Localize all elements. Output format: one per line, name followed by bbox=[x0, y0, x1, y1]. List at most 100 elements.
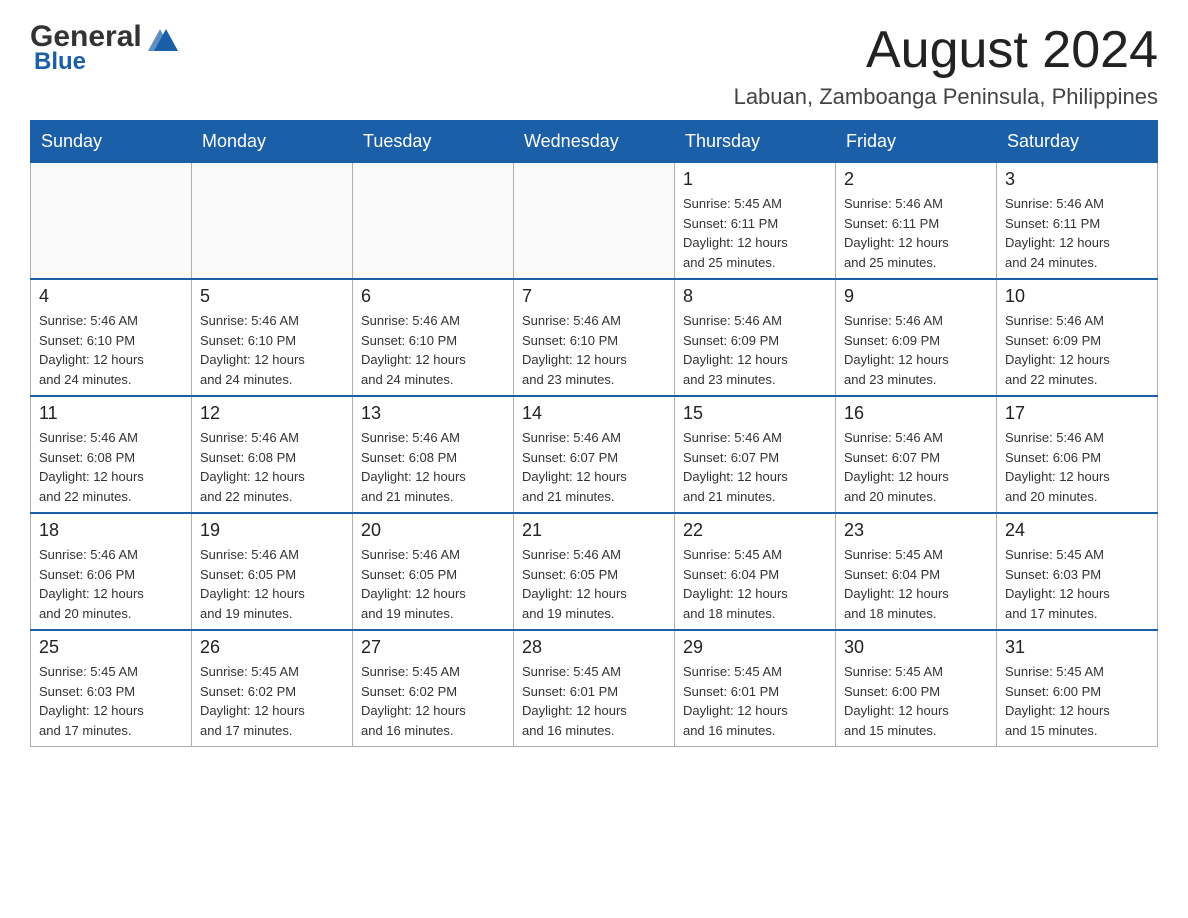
day-number: 5 bbox=[200, 286, 344, 307]
calendar-cell: 5Sunrise: 5:46 AMSunset: 6:10 PMDaylight… bbox=[192, 279, 353, 396]
day-info: Sunrise: 5:46 AMSunset: 6:08 PMDaylight:… bbox=[39, 428, 183, 506]
weekday-header-saturday: Saturday bbox=[997, 121, 1158, 163]
day-number: 7 bbox=[522, 286, 666, 307]
calendar-cell: 7 Sunrise: 5:46 AMSunset: 6:10 PMDaylight… bbox=[514, 279, 675, 396]
day-info: Sunrise: 5:46 AMSunset: 6:07 PMDaylight:… bbox=[844, 428, 988, 506]
day-number: 24 bbox=[1005, 520, 1149, 541]
day-number: 18 bbox=[39, 520, 183, 541]
day-info: Sunrise: 5:46 AMSunset: 6:08 PMDaylight:… bbox=[200, 428, 344, 506]
day-info: Sunrise: 5:45 AMSunset: 6:00 PMDaylight:… bbox=[1005, 662, 1149, 740]
week-row-2: 4Sunrise: 5:46 AMSunset: 6:10 PMDaylight… bbox=[31, 279, 1158, 396]
calendar-cell: 21 Sunrise: 5:46 AMSunset: 6:05 PMDayligh… bbox=[514, 513, 675, 630]
day-info: Sunrise: 5:45 AMSunset: 6:02 PMDaylight:… bbox=[361, 662, 505, 740]
day-number: 8 bbox=[683, 286, 827, 307]
day-info: Sunrise: 5:45 AMSunset: 6:03 PMDaylight:… bbox=[39, 662, 183, 740]
week-row-5: 25 Sunrise: 5:45 AMSunset: 6:03 PMDayligh… bbox=[31, 630, 1158, 747]
calendar-cell: 18 Sunrise: 5:46 AMSunset: 6:06 PMDayligh… bbox=[31, 513, 192, 630]
day-info: Sunrise: 5:46 AMSunset: 6:11 PMDaylight:… bbox=[844, 194, 988, 272]
day-info: Sunrise: 5:46 AMSunset: 6:10 PMDaylight:… bbox=[39, 311, 183, 389]
calendar-cell: 27 Sunrise: 5:45 AMSunset: 6:02 PMDayligh… bbox=[353, 630, 514, 747]
calendar-cell: 16 Sunrise: 5:46 AMSunset: 6:07 PMDayligh… bbox=[836, 396, 997, 513]
day-info: Sunrise: 5:46 AMSunset: 6:09 PMDaylight:… bbox=[844, 311, 988, 389]
calendar-cell bbox=[353, 163, 514, 280]
calendar-cell: 24 Sunrise: 5:45 AMSunset: 6:03 PMDayligh… bbox=[997, 513, 1158, 630]
day-info: Sunrise: 5:46 AMSunset: 6:05 PMDaylight:… bbox=[200, 545, 344, 623]
day-info: Sunrise: 5:45 AMSunset: 6:11 PMDaylight:… bbox=[683, 194, 827, 272]
day-number: 14 bbox=[522, 403, 666, 424]
day-info: Sunrise: 5:46 AMSunset: 6:09 PMDaylight:… bbox=[683, 311, 827, 389]
calendar-cell: 26Sunrise: 5:45 AMSunset: 6:02 PMDayligh… bbox=[192, 630, 353, 747]
day-number: 25 bbox=[39, 637, 183, 658]
day-info: Sunrise: 5:45 AMSunset: 6:04 PMDaylight:… bbox=[683, 545, 827, 623]
calendar-cell: 12 Sunrise: 5:46 AMSunset: 6:08 PMDayligh… bbox=[192, 396, 353, 513]
calendar-cell: 3 Sunrise: 5:46 AMSunset: 6:11 PMDaylight… bbox=[997, 163, 1158, 280]
calendar-cell bbox=[514, 163, 675, 280]
day-number: 16 bbox=[844, 403, 988, 424]
calendar-cell: 25 Sunrise: 5:45 AMSunset: 6:03 PMDayligh… bbox=[31, 630, 192, 747]
day-number: 27 bbox=[361, 637, 505, 658]
day-number: 1 bbox=[683, 169, 827, 190]
day-info: Sunrise: 5:46 AMSunset: 6:05 PMDaylight:… bbox=[361, 545, 505, 623]
month-title: August 2024 bbox=[734, 20, 1158, 80]
logo-blue-text: Blue bbox=[34, 48, 86, 76]
weekday-header-monday: Monday bbox=[192, 121, 353, 163]
day-info: Sunrise: 5:45 AMSunset: 6:01 PMDaylight:… bbox=[683, 662, 827, 740]
day-info: Sunrise: 5:46 AMSunset: 6:05 PMDaylight:… bbox=[522, 545, 666, 623]
location-title: Labuan, Zamboanga Peninsula, Philippines bbox=[734, 84, 1158, 110]
week-row-4: 18 Sunrise: 5:46 AMSunset: 6:06 PMDayligh… bbox=[31, 513, 1158, 630]
day-info: Sunrise: 5:45 AMSunset: 6:01 PMDaylight:… bbox=[522, 662, 666, 740]
day-number: 17 bbox=[1005, 403, 1149, 424]
header: General Blue August 2024 Labuan, Zamboan… bbox=[30, 20, 1158, 110]
day-info: Sunrise: 5:46 AMSunset: 6:10 PMDaylight:… bbox=[522, 311, 666, 389]
day-number: 10 bbox=[1005, 286, 1149, 307]
calendar-cell: 31 Sunrise: 5:45 AMSunset: 6:00 PMDayligh… bbox=[997, 630, 1158, 747]
day-number: 12 bbox=[200, 403, 344, 424]
day-info: Sunrise: 5:46 AMSunset: 6:11 PMDaylight:… bbox=[1005, 194, 1149, 272]
calendar-cell: 2 Sunrise: 5:46 AMSunset: 6:11 PMDaylight… bbox=[836, 163, 997, 280]
day-info: Sunrise: 5:46 AMSunset: 6:06 PMDaylight:… bbox=[39, 545, 183, 623]
calendar-cell: 9 Sunrise: 5:46 AMSunset: 6:09 PMDaylight… bbox=[836, 279, 997, 396]
calendar-cell: 22Sunrise: 5:45 AMSunset: 6:04 PMDayligh… bbox=[675, 513, 836, 630]
day-number: 30 bbox=[844, 637, 988, 658]
day-number: 3 bbox=[1005, 169, 1149, 190]
day-info: Sunrise: 5:46 AMSunset: 6:07 PMDaylight:… bbox=[522, 428, 666, 506]
calendar-cell: 10 Sunrise: 5:46 AMSunset: 6:09 PMDayligh… bbox=[997, 279, 1158, 396]
day-number: 20 bbox=[361, 520, 505, 541]
weekday-header-tuesday: Tuesday bbox=[353, 121, 514, 163]
day-info: Sunrise: 5:46 AMSunset: 6:06 PMDaylight:… bbox=[1005, 428, 1149, 506]
calendar-cell: 20 Sunrise: 5:46 AMSunset: 6:05 PMDayligh… bbox=[353, 513, 514, 630]
day-number: 15 bbox=[683, 403, 827, 424]
calendar-cell: 11Sunrise: 5:46 AMSunset: 6:08 PMDayligh… bbox=[31, 396, 192, 513]
calendar-cell: 30 Sunrise: 5:45 AMSunset: 6:00 PMDayligh… bbox=[836, 630, 997, 747]
calendar-cell: 13 Sunrise: 5:46 AMSunset: 6:08 PMDayligh… bbox=[353, 396, 514, 513]
calendar-cell: 4Sunrise: 5:46 AMSunset: 6:10 PMDaylight… bbox=[31, 279, 192, 396]
day-info: Sunrise: 5:45 AMSunset: 6:04 PMDaylight:… bbox=[844, 545, 988, 623]
day-number: 28 bbox=[522, 637, 666, 658]
calendar: SundayMondayTuesdayWednesdayThursdayFrid… bbox=[30, 120, 1158, 747]
day-number: 13 bbox=[361, 403, 505, 424]
day-info: Sunrise: 5:45 AMSunset: 6:00 PMDaylight:… bbox=[844, 662, 988, 740]
day-number: 21 bbox=[522, 520, 666, 541]
calendar-cell: 29Sunrise: 5:45 AMSunset: 6:01 PMDayligh… bbox=[675, 630, 836, 747]
calendar-cell: 8 Sunrise: 5:46 AMSunset: 6:09 PMDaylight… bbox=[675, 279, 836, 396]
day-info: Sunrise: 5:46 AMSunset: 6:09 PMDaylight:… bbox=[1005, 311, 1149, 389]
weekday-header-wednesday: Wednesday bbox=[514, 121, 675, 163]
day-number: 31 bbox=[1005, 637, 1149, 658]
day-number: 26 bbox=[200, 637, 344, 658]
weekday-header-friday: Friday bbox=[836, 121, 997, 163]
calendar-cell bbox=[192, 163, 353, 280]
week-row-3: 11Sunrise: 5:46 AMSunset: 6:08 PMDayligh… bbox=[31, 396, 1158, 513]
day-number: 9 bbox=[844, 286, 988, 307]
calendar-cell: 15Sunrise: 5:46 AMSunset: 6:07 PMDayligh… bbox=[675, 396, 836, 513]
calendar-cell: 17 Sunrise: 5:46 AMSunset: 6:06 PMDayligh… bbox=[997, 396, 1158, 513]
day-info: Sunrise: 5:46 AMSunset: 6:08 PMDaylight:… bbox=[361, 428, 505, 506]
logo-triangle-icon bbox=[148, 23, 178, 51]
calendar-cell: 28 Sunrise: 5:45 AMSunset: 6:01 PMDayligh… bbox=[514, 630, 675, 747]
title-area: August 2024 Labuan, Zamboanga Peninsula,… bbox=[734, 20, 1158, 110]
day-info: Sunrise: 5:45 AMSunset: 6:03 PMDaylight:… bbox=[1005, 545, 1149, 623]
day-info: Sunrise: 5:46 AMSunset: 6:10 PMDaylight:… bbox=[361, 311, 505, 389]
calendar-cell: 23Sunrise: 5:45 AMSunset: 6:04 PMDayligh… bbox=[836, 513, 997, 630]
day-number: 2 bbox=[844, 169, 988, 190]
calendar-cell: 1 Sunrise: 5:45 AMSunset: 6:11 PMDaylight… bbox=[675, 163, 836, 280]
weekday-header-thursday: Thursday bbox=[675, 121, 836, 163]
